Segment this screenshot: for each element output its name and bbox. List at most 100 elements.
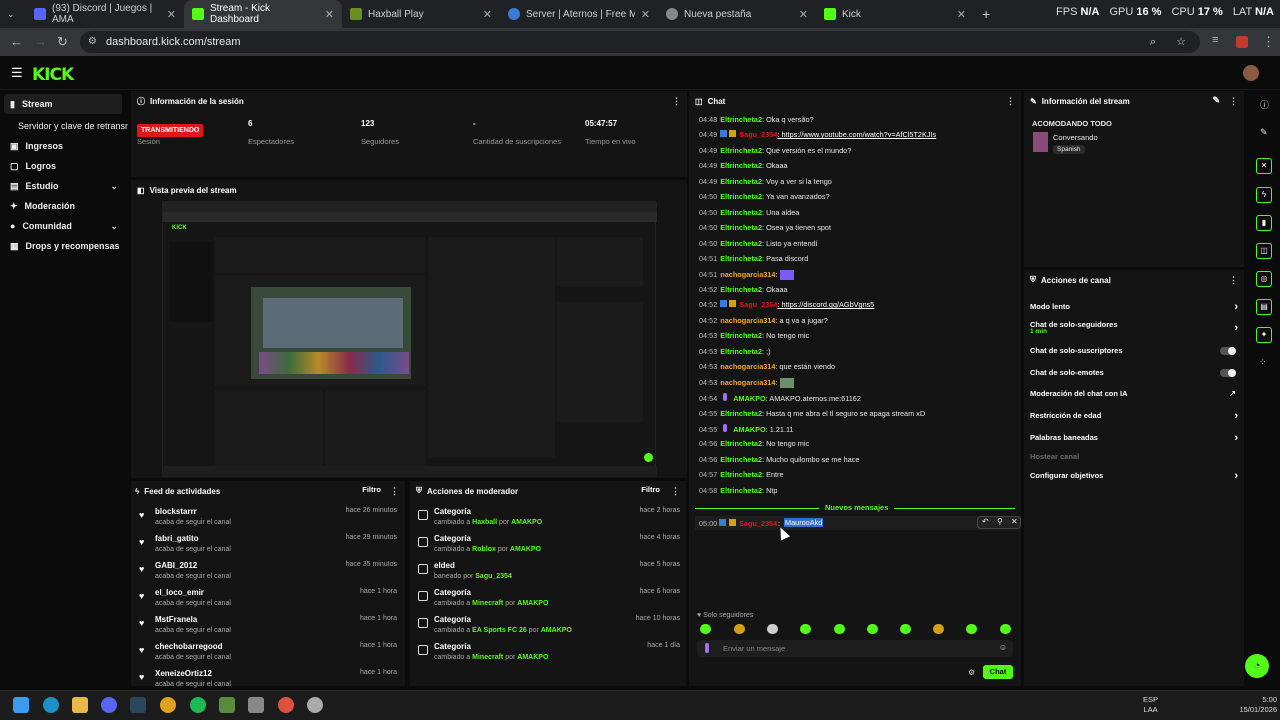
- emote-icon[interactable]: [900, 624, 911, 634]
- zoom-icon[interactable]: ⌕: [1150, 31, 1156, 53]
- chat-username[interactable]: Eltrincheta2: [720, 285, 762, 294]
- back-arrow-icon[interactable]: ←: [10, 34, 23, 49]
- chat-message[interactable]: 04:50 Eltrincheta2: Ya van avanzados?: [699, 192, 830, 206]
- emote-icon[interactable]: [700, 624, 711, 634]
- info-icon[interactable]: ⓘ: [1260, 98, 1269, 111]
- chat-message[interactable]: 04:48 Eltrincheta2: Oka q versão?: [699, 115, 814, 129]
- chat-username[interactable]: Eltrincheta2: [720, 223, 762, 232]
- sidebar-item-drops[interactable]: ▦ Drops y recompensas: [0, 236, 128, 256]
- menu-dots-icon[interactable]: ⋮: [672, 96, 681, 107]
- chat-message[interactable]: 04:53 Eltrincheta2: ;): [699, 347, 771, 361]
- chat-username[interactable]: Eltrincheta2: [720, 161, 762, 170]
- chat-message[interactable]: 04:57 Eltrincheta2: Entre: [699, 470, 784, 484]
- chat-message[interactable]: 04:50 Eltrincheta2: Listo ya entendí: [699, 239, 818, 253]
- action-subs-only[interactable]: Chat de solo-suscriptores: [1030, 346, 1238, 364]
- obs-icon[interactable]: [307, 697, 323, 713]
- chat-message[interactable]: 04:53 nachogarcia314: que están viendo: [699, 362, 835, 376]
- chat-username[interactable]: Eltrincheta2: [720, 455, 762, 464]
- chat-message[interactable]: 04:50 Eltrincheta2: Una aldea: [699, 208, 799, 222]
- menu-dots-icon[interactable]: ⋮: [1229, 96, 1238, 107]
- chat-username[interactable]: Eltrincheta2: [720, 470, 762, 479]
- chat-message[interactable]: 04:56 Eltrincheta2: No tengo mic: [699, 439, 809, 453]
- action-emotes-only[interactable]: Chat de solo-emotes: [1030, 368, 1238, 386]
- tab-discord[interactable]: (93) Discord | Juegos | AMA ✕: [26, 0, 184, 28]
- chat-message[interactable]: 04:54 AMAKPO: AMAKPO.aternos.me:61162: [699, 393, 861, 407]
- edge-icon[interactable]: [43, 697, 59, 713]
- discord-icon[interactable]: [101, 697, 117, 713]
- sidebar-item-income[interactable]: ▣ Ingresos: [0, 136, 128, 156]
- filter-button[interactable]: Filtro: [362, 485, 381, 494]
- action-ai-moderation[interactable]: Moderación del chat con IA ↗: [1030, 389, 1238, 407]
- tab-new-tab[interactable]: Nueva pestaña ✕: [658, 0, 816, 28]
- site-info-icon[interactable]: ⚙: [88, 31, 97, 53]
- chat-message[interactable]: 04:55 AMAKPO: 1.21.11: [699, 424, 794, 438]
- close-icon[interactable]: ✕: [483, 8, 492, 21]
- pin-icon[interactable]: ⚲: [997, 517, 1003, 526]
- feed-username[interactable]: el_loco_emir: [155, 588, 204, 597]
- new-tab-button[interactable]: +: [974, 0, 998, 28]
- spotify-icon[interactable]: [190, 697, 206, 713]
- chat-username[interactable]: Eltrincheta2: [720, 239, 762, 248]
- chat-message[interactable]: 04:58 Eltrincheta2: Ntp: [699, 486, 777, 500]
- chat-message[interactable]: 04:52 nachogarcia314: a q va a jugar?: [699, 316, 828, 330]
- chat-username[interactable]: AMAKPO: [733, 394, 765, 403]
- feed-username[interactable]: MstFranela: [155, 615, 197, 624]
- chat-username[interactable]: Eltrincheta2: [720, 347, 762, 356]
- delete-icon[interactable]: ✕: [1011, 517, 1018, 526]
- emote-icon[interactable]: [867, 624, 878, 634]
- emote-icon[interactable]: [966, 624, 977, 634]
- url-input[interactable]: ⚙ dashboard.kick.com/stream ⌕ ☆: [80, 31, 1200, 53]
- chat-username[interactable]: Eltrincheta2: [720, 115, 762, 124]
- chat-username[interactable]: Eltrincheta2: [720, 331, 762, 340]
- chat-message[interactable]: 04:49 Sagu_2354: https://www.youtube.com/…: [699, 130, 936, 144]
- chat-message[interactable]: 04:53 nachogarcia314:: [699, 378, 794, 392]
- chat-username[interactable]: nachogarcia314: [720, 316, 775, 325]
- poll-icon[interactable]: ▤: [1256, 299, 1272, 315]
- extension-icon[interactable]: [1236, 36, 1248, 48]
- menu-dots-icon[interactable]: ⋮: [390, 486, 399, 497]
- chrome-icon[interactable]: [160, 697, 176, 713]
- chat-message[interactable]: 04:52 Sagu_2354: https://discord.gg/AGbVg…: [699, 300, 874, 314]
- chat-username[interactable]: Eltrincheta2: [720, 177, 762, 186]
- action-goals[interactable]: Configurar objetivos ›: [1030, 470, 1238, 489]
- pencil-icon[interactable]: ✎: [1212, 95, 1220, 106]
- emote-icon[interactable]: [1000, 624, 1011, 634]
- chat-message[interactable]: 04:55 Eltrincheta2: Hasta q me abra el tl…: [699, 409, 925, 423]
- close-icon[interactable]: ✕: [957, 8, 966, 21]
- sidebar-item-moderation[interactable]: ✦ Moderación: [0, 196, 128, 216]
- feed-username[interactable]: fabri_gatito: [155, 534, 199, 543]
- avatar[interactable]: [1243, 65, 1259, 81]
- chat-message-hovered[interactable]: 05:00 Sagu_2354 : MaurooAkd ↶ ⚲ ✕: [695, 516, 1021, 530]
- chat-username[interactable]: Eltrincheta2: [720, 208, 762, 217]
- action-age-restriction[interactable]: Restricción de edad ›: [1030, 410, 1238, 429]
- menu-dots-icon[interactable]: ⋮: [671, 486, 680, 497]
- action-followers-only[interactable]: Chat de solo-seguidores 1 min ›: [1030, 320, 1238, 338]
- feed-username[interactable]: chechobarregood: [155, 642, 223, 651]
- chat-username[interactable]: nachogarcia314: [720, 378, 775, 387]
- close-icon[interactable]: ✕: [167, 8, 176, 21]
- chat-username[interactable]: Eltrincheta2: [720, 486, 762, 495]
- emote-icon[interactable]: [933, 624, 944, 634]
- sidebar-item-community[interactable]: ● Comunidad ⌄: [0, 216, 128, 236]
- chat-username[interactable]: AMAKPO: [733, 425, 765, 434]
- broadcast-icon[interactable]: ◎: [1256, 271, 1272, 287]
- pencil-icon[interactable]: ✎: [1260, 127, 1268, 138]
- chat-username[interactable]: nachogarcia314: [720, 362, 775, 371]
- close-icon[interactable]: ✕: [325, 8, 334, 21]
- forward-arrow-icon[interactable]: →: [34, 34, 47, 49]
- sidebar-item-server-key[interactable]: Servidor y clave de retransmisión: [0, 116, 128, 136]
- chat-username[interactable]: Eltrincheta2: [720, 192, 762, 201]
- settings-gear-icon[interactable]: ⚙: [968, 668, 975, 677]
- file-explorer-icon[interactable]: [72, 697, 88, 713]
- tab-aternos[interactable]: Server | Aternos | Free Minecraft✕: [500, 0, 658, 28]
- media-icon[interactable]: ≡: [1212, 34, 1218, 46]
- chat-username[interactable]: nachogarcia314: [720, 270, 775, 279]
- windows-start-icon[interactable]: [13, 697, 29, 713]
- chat-input[interactable]: Enviar un mensaje ☺: [697, 640, 1013, 657]
- menu-dots-icon[interactable]: ⋮: [1262, 34, 1275, 50]
- sidebar-item-studio[interactable]: ▤ Estudio ⌄: [0, 176, 128, 196]
- close-icon[interactable]: ✕: [641, 8, 650, 21]
- chat-username[interactable]: Sagu_2354: [739, 130, 777, 139]
- reload-icon[interactable]: ↻: [57, 34, 68, 50]
- action-slow-mode[interactable]: Modo lento ›: [1030, 301, 1238, 320]
